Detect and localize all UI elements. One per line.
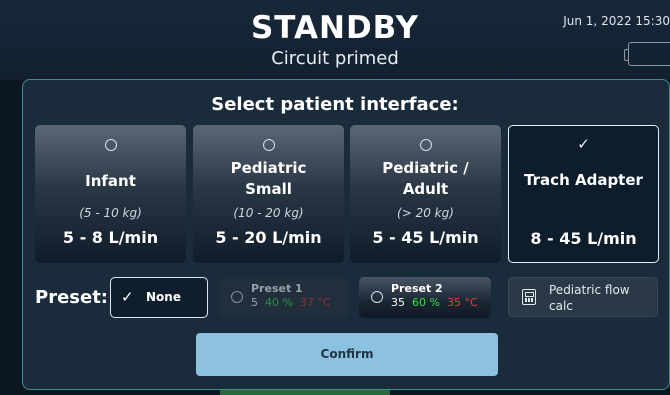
preset-1-flow: 5 bbox=[251, 296, 258, 309]
battery-icon bbox=[624, 42, 670, 66]
preset-1-button[interactable]: Preset 1 5 40 % 37 °C bbox=[219, 277, 349, 318]
interface-card-trach-adapter[interactable]: ✓ Trach Adapter 8 - 45 L/min bbox=[508, 125, 659, 263]
preset-1-o2: 40 % bbox=[265, 296, 293, 309]
card-name: Infant bbox=[85, 172, 136, 190]
calc-button-label: Pediatric flow calc bbox=[549, 283, 630, 313]
preset-2-flow: 35 bbox=[391, 296, 405, 309]
interface-card-pediatric-small[interactable]: Pediatric Small (10 - 20 kg) 5 - 20 L/mi… bbox=[193, 125, 344, 263]
check-circle-icon: ✓ bbox=[121, 288, 134, 306]
calculator-icon bbox=[522, 289, 536, 305]
preset-2-o2: 60 % bbox=[412, 296, 440, 309]
interface-card-pediatric-adult[interactable]: Pediatric / Adult (> 20 kg) 5 - 45 L/min bbox=[350, 125, 501, 263]
interface-card-infant[interactable]: Infant (5 - 10 kg) 5 - 8 L/min bbox=[35, 125, 186, 263]
radio-unchecked-icon bbox=[104, 139, 117, 151]
card-flow-range: 5 - 20 L/min bbox=[215, 228, 322, 247]
preset-1-name: Preset 1 bbox=[251, 282, 303, 295]
card-name-line1: Pediatric bbox=[230, 159, 307, 177]
card-flow-range: 5 - 8 L/min bbox=[62, 228, 159, 247]
card-weight-range: (5 - 10 kg) bbox=[79, 206, 142, 220]
radio-unchecked-icon bbox=[231, 291, 243, 303]
card-name: Trach Adapter bbox=[524, 171, 643, 189]
preset-1-values: 5 40 % 37 °C bbox=[251, 296, 331, 309]
preset-none-label: None bbox=[146, 290, 181, 304]
preset-2-button[interactable]: Preset 2 35 60 % 35 °C bbox=[359, 277, 491, 318]
preset-none-button[interactable]: ✓ None bbox=[110, 277, 208, 318]
confirm-button[interactable]: Confirm bbox=[196, 333, 498, 376]
preset-1-temp: 37 °C bbox=[299, 296, 331, 309]
status-subtitle: Circuit primed bbox=[271, 48, 399, 69]
radio-unchecked-icon bbox=[371, 291, 383, 303]
dialog-title: Select patient interface: bbox=[211, 94, 459, 115]
top-status-bar: STANDBY Circuit primed Jun 1, 2022 15:30 bbox=[0, 0, 670, 80]
preset-2-name: Preset 2 bbox=[391, 282, 443, 295]
card-flow-range: 5 - 45 L/min bbox=[372, 228, 479, 247]
card-weight-range: (10 - 20 kg) bbox=[233, 206, 304, 220]
card-flow-range: 8 - 45 L/min bbox=[530, 229, 637, 248]
card-weight-range: (> 20 kg) bbox=[397, 206, 454, 220]
preset-2-values: 35 60 % 35 °C bbox=[391, 296, 478, 309]
radio-unchecked-icon bbox=[419, 139, 432, 151]
pediatric-flow-calc-button[interactable]: Pediatric flow calc bbox=[508, 277, 658, 317]
card-name-line2: Small bbox=[245, 180, 292, 198]
preset-label: Preset: bbox=[35, 287, 109, 308]
radio-unchecked-icon bbox=[262, 139, 275, 151]
check-circle-icon: ✓ bbox=[577, 135, 590, 153]
card-name-line1: Pediatric / bbox=[382, 159, 469, 177]
datetime: Jun 1, 2022 15:30 bbox=[563, 14, 670, 28]
card-name-line2: Adult bbox=[402, 180, 449, 198]
preset-2-temp: 35 °C bbox=[446, 296, 478, 309]
